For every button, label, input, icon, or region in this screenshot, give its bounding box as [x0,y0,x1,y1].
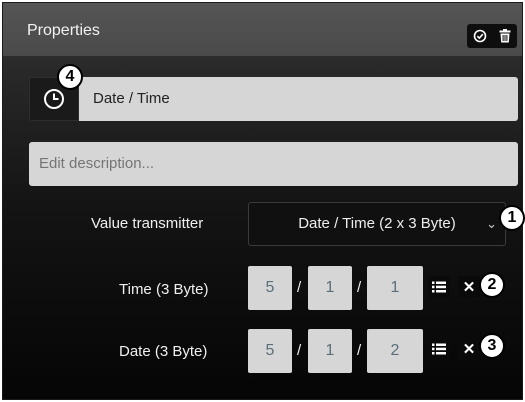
date-field-2[interactable]: 1 [308,329,352,373]
time-field-3[interactable]: 1 [367,266,423,310]
chevron-down-icon: ⌄ [486,216,497,231]
clock-icon [44,89,64,109]
properties-panel: Properties Date / Time Edit description.… [2,2,523,400]
callout-3: 3 [479,333,505,359]
panel-header: Properties [3,3,522,57]
date-field-1[interactable]: 5 [248,329,292,373]
list-icon[interactable] [428,338,450,360]
description-input[interactable] [29,142,518,186]
name-row: Date / Time [29,77,518,121]
time-field-1[interactable]: 5 [248,266,292,310]
clear-icon[interactable]: ✕ [458,276,480,298]
time-separator-1: / [297,279,302,296]
value-transmitter-dropdown[interactable]: Date / Time (2 x 3 Byte) ⌄ [248,202,506,246]
callout-2: 2 [479,272,505,298]
name-field[interactable]: Date / Time [79,77,518,121]
date-separator-1: / [297,342,302,359]
time-separator-2: / [357,279,362,296]
panel-title: Properties [27,22,100,39]
header-actions [467,24,517,48]
trash-icon[interactable] [495,26,515,46]
time-field-2[interactable]: 1 [308,266,352,310]
date-separator-2: / [357,342,362,359]
check-circle-icon[interactable] [470,26,490,46]
callout-4: 4 [57,64,83,90]
list-icon[interactable] [428,276,450,298]
date-label: Date (3 Byte) [119,343,208,360]
callout-1: 1 [499,205,525,231]
clear-icon[interactable]: ✕ [458,338,480,360]
value-transmitter-selected: Date / Time (2 x 3 Byte) [298,215,456,232]
date-field-3[interactable]: 2 [367,329,423,373]
time-label: Time (3 Byte) [119,281,209,298]
value-transmitter-label: Value transmitter [91,215,204,232]
